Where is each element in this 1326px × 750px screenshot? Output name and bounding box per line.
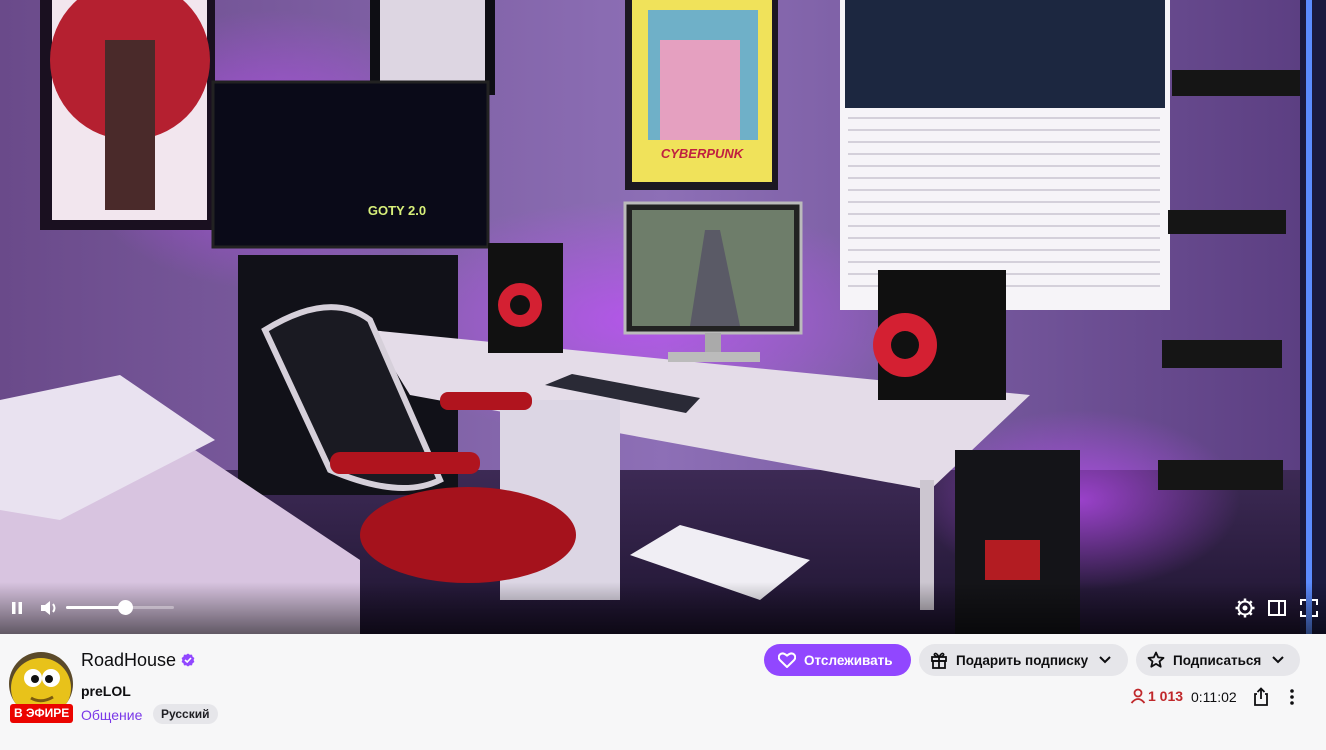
volume-slider-fill	[66, 606, 126, 609]
fullscreen-icon	[1300, 599, 1318, 617]
volume-slider-handle[interactable]	[118, 600, 134, 615]
volume-button[interactable]	[37, 596, 61, 620]
tag-language[interactable]: Русский	[153, 704, 218, 724]
channel-info-bar	[0, 634, 1326, 750]
settings-button[interactable]	[1233, 596, 1257, 620]
video-player[interactable]: GOTY 2.0 CYBERPUNK	[0, 0, 1326, 634]
share-button[interactable]	[1251, 687, 1271, 707]
follow-button[interactable]: Отслеживать	[764, 644, 911, 676]
tv-screen-text: GOTY 2.0	[368, 203, 426, 218]
gift-icon	[930, 651, 948, 669]
person-icon	[1130, 688, 1146, 704]
live-badge: В ЭФИРЕ	[10, 704, 74, 723]
more-vertical-icon	[1290, 689, 1294, 705]
gear-icon	[1235, 598, 1255, 618]
subscribe-button-label: Подписаться	[1173, 652, 1262, 668]
theatre-mode-button[interactable]	[1265, 596, 1289, 620]
share-icon	[1254, 687, 1268, 706]
theatre-mode-icon	[1268, 600, 1286, 616]
pause-button[interactable]	[5, 596, 29, 620]
stream-video-frame: GOTY 2.0 CYBERPUNK	[0, 0, 1326, 634]
chevron-down-icon	[1269, 651, 1287, 669]
player-controls	[0, 582, 1326, 634]
poster-text: CYBERPUNK	[661, 146, 745, 161]
subscribe-button[interactable]: Подписаться	[1136, 644, 1300, 676]
more-options-button[interactable]	[1282, 687, 1302, 707]
viewer-count-value: 1 013	[1148, 688, 1184, 704]
verified-badge-icon	[181, 653, 195, 667]
channel-name[interactable]: RoadHouse	[81, 650, 176, 671]
stream-uptime: 0:11:02	[1191, 689, 1237, 705]
gift-subscription-button[interactable]: Подарить подписку	[919, 644, 1128, 676]
volume-slider[interactable]	[66, 600, 174, 615]
fullscreen-button[interactable]	[1297, 596, 1321, 620]
category-link[interactable]: Общение	[81, 707, 142, 723]
follow-button-label: Отслеживать	[804, 652, 893, 668]
heart-icon	[778, 651, 796, 669]
pause-icon	[12, 602, 22, 614]
viewer-count: 1 013	[1130, 688, 1183, 704]
star-icon	[1147, 651, 1165, 669]
volume-icon	[41, 601, 56, 615]
chevron-down-icon	[1096, 651, 1114, 669]
gift-button-label: Подарить подписку	[956, 652, 1089, 668]
stream-title: preLOL	[81, 683, 131, 699]
